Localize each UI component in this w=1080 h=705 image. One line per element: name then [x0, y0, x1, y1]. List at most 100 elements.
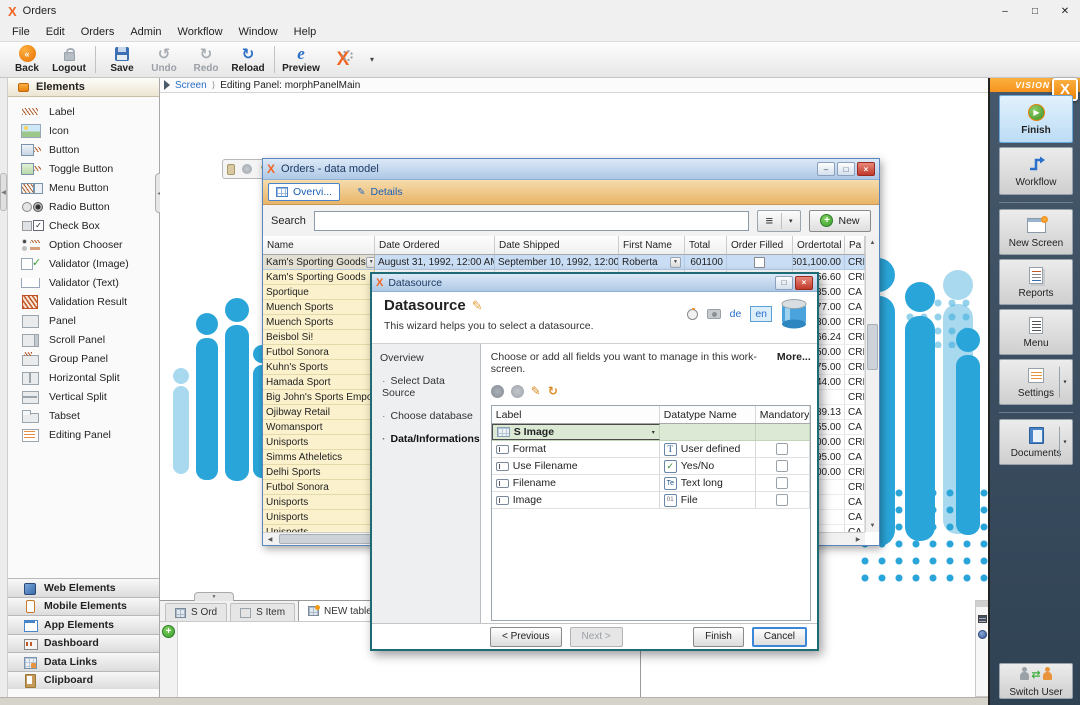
cell-name[interactable]: Big John's Sports Emporium: [263, 390, 375, 405]
column-header[interactable]: Order Filled: [727, 236, 793, 255]
column-header[interactable]: Ordertotal: [793, 236, 845, 255]
cell-payment[interactable]: CRI: [845, 465, 865, 480]
toolbar-dropdown-icon[interactable]: ▾: [370, 55, 374, 64]
cell-payment[interactable]: CRI: [845, 480, 865, 495]
chevron-down-icon[interactable]: ▾: [652, 429, 655, 436]
element-item[interactable]: Button: [8, 140, 159, 159]
previous-button[interactable]: < Previous: [490, 627, 562, 647]
element-item[interactable]: Validator (Image): [8, 254, 159, 273]
column-header[interactable]: Name: [263, 236, 375, 255]
search-input[interactable]: [314, 211, 749, 231]
element-item[interactable]: Icon: [8, 121, 159, 140]
cell-name[interactable]: Beisbol Si!: [263, 330, 375, 345]
screenshot-camera-icon[interactable]: [707, 309, 721, 319]
orders-close-icon[interactable]: ×: [857, 162, 875, 176]
column-header[interactable]: Pa: [845, 236, 865, 255]
cell-name[interactable]: Futbol Sonora: [263, 345, 375, 360]
field-row[interactable]: S Image▾: [492, 424, 810, 441]
remove-field-icon[interactable]: [511, 385, 524, 398]
wizard-step-select-data-source[interactable]: Select Data Source: [372, 375, 480, 399]
accordion-item[interactable]: Mobile Elements: [8, 597, 159, 616]
cell-first_name[interactable]: Roberta: [619, 255, 685, 270]
element-item[interactable]: Scroll Panel: [8, 330, 159, 349]
add-row-icon[interactable]: [162, 625, 175, 638]
element-item[interactable]: Editing Panel: [8, 425, 159, 444]
save-button[interactable]: Save: [101, 42, 143, 77]
element-item[interactable]: Panel: [8, 311, 159, 330]
new-record-button[interactable]: New: [809, 210, 871, 232]
redo-button[interactable]: ↻Redo: [185, 42, 227, 77]
trash-icon[interactable]: [227, 164, 235, 175]
element-item[interactable]: Validation Result: [8, 292, 159, 311]
language-de-link[interactable]: de: [730, 308, 742, 320]
menu-edit[interactable]: Edit: [38, 24, 73, 40]
cell-payment[interactable]: CA: [845, 495, 865, 510]
wizard-step-choose-database[interactable]: Choose database: [372, 410, 480, 422]
menu-file[interactable]: File: [4, 24, 38, 40]
element-item[interactable]: Vertical Split: [8, 387, 159, 406]
sidebar-menu-button[interactable]: Menu: [999, 309, 1073, 355]
cell-name[interactable]: Unisports: [263, 525, 375, 532]
cell-payment[interactable]: CRI: [845, 390, 865, 405]
mandatory-checkbox[interactable]: [776, 443, 788, 455]
accordion-item[interactable]: Web Elements: [8, 578, 159, 597]
logout-button[interactable]: Logout: [48, 42, 90, 77]
cell-name[interactable]: Unisports: [263, 495, 375, 510]
order-filled-checkbox[interactable]: [754, 257, 765, 268]
elements-panel-header[interactable]: Elements: [8, 78, 159, 97]
tab-s-ord[interactable]: S Ord: [165, 603, 227, 621]
mandatory-checkbox[interactable]: [776, 460, 788, 472]
column-header[interactable]: Total: [685, 236, 727, 255]
cancel-button[interactable]: Cancel: [752, 627, 807, 647]
element-item[interactable]: Menu Button: [8, 178, 159, 197]
cell-name[interactable]: Unisports: [263, 435, 375, 450]
fields-column-header[interactable]: Mandatory: [756, 406, 810, 423]
globe-icon[interactable]: [978, 630, 987, 639]
cell-ordertotal[interactable]: 601,100.00: [793, 255, 845, 270]
accordion-item[interactable]: Clipboard: [8, 671, 159, 690]
element-item[interactable]: Option Chooser: [8, 235, 159, 254]
cell-name[interactable]: Kam's Sporting Goods: [263, 255, 375, 270]
field-label-cell[interactable]: Image: [492, 492, 660, 508]
field-mandatory-cell[interactable]: [756, 424, 810, 440]
field-mandatory-cell[interactable]: [756, 458, 810, 474]
preview-button[interactable]: ePreview: [280, 42, 322, 77]
element-item[interactable]: Validator (Text): [8, 273, 159, 292]
sidebar-documents-button[interactable]: Documents ▾: [999, 419, 1073, 465]
field-row[interactable]: ImageFile: [492, 492, 810, 509]
cell-payment[interactable]: CA: [845, 405, 865, 420]
switch-user-button[interactable]: ⇄ Switch User: [999, 663, 1073, 699]
cell-date_ordered[interactable]: August 31, 1992, 12:00 AM: [375, 255, 495, 270]
scroll-right-icon[interactable]: ▶: [851, 533, 865, 546]
history-clock-icon[interactable]: [687, 309, 698, 320]
field-datatype-cell[interactable]: Text long: [660, 475, 756, 491]
cell-name[interactable]: Womansport: [263, 420, 375, 435]
cell-payment[interactable]: CA: [845, 420, 865, 435]
minimize-icon[interactable]: –: [990, 0, 1020, 22]
collapsed-right-panel[interactable]: [975, 600, 988, 697]
disabled-action-icon[interactable]: [242, 164, 252, 174]
cell-name[interactable]: Kuhn's Sports: [263, 360, 375, 375]
finish-button[interactable]: Finish: [693, 627, 744, 647]
settings-dropdown-icon[interactable]: ▾: [1059, 367, 1070, 398]
cell-name[interactable]: Unisports: [263, 510, 375, 525]
menu-help[interactable]: Help: [286, 24, 325, 40]
element-item[interactable]: Check Box: [8, 216, 159, 235]
orders-maximize-icon[interactable]: □: [837, 162, 855, 176]
field-label-cell[interactable]: Use Filename: [492, 458, 660, 474]
field-label-cell[interactable]: Filename: [492, 475, 660, 491]
scroll-up-icon[interactable]: ▲: [866, 236, 879, 249]
field-label-cell[interactable]: Format: [492, 441, 660, 457]
cell-payment[interactable]: CA: [845, 510, 865, 525]
cell-name[interactable]: Simms Atheletics: [263, 450, 375, 465]
cell-payment[interactable]: CA: [845, 450, 865, 465]
dialog-titlebar[interactable]: X Datasource □ ×: [372, 274, 817, 292]
field-row[interactable]: Use FilenameYes/No: [492, 458, 810, 475]
table-menu-button[interactable]: ≡ ▾: [757, 210, 801, 232]
maximize-icon[interactable]: □: [1020, 0, 1050, 22]
undo-button[interactable]: ↺Undo: [143, 42, 185, 77]
cell-dropdown-icon[interactable]: [366, 257, 375, 268]
field-mandatory-cell[interactable]: [756, 475, 810, 491]
cell-name[interactable]: Sportique: [263, 285, 375, 300]
accordion-item[interactable]: Data Links: [8, 652, 159, 671]
